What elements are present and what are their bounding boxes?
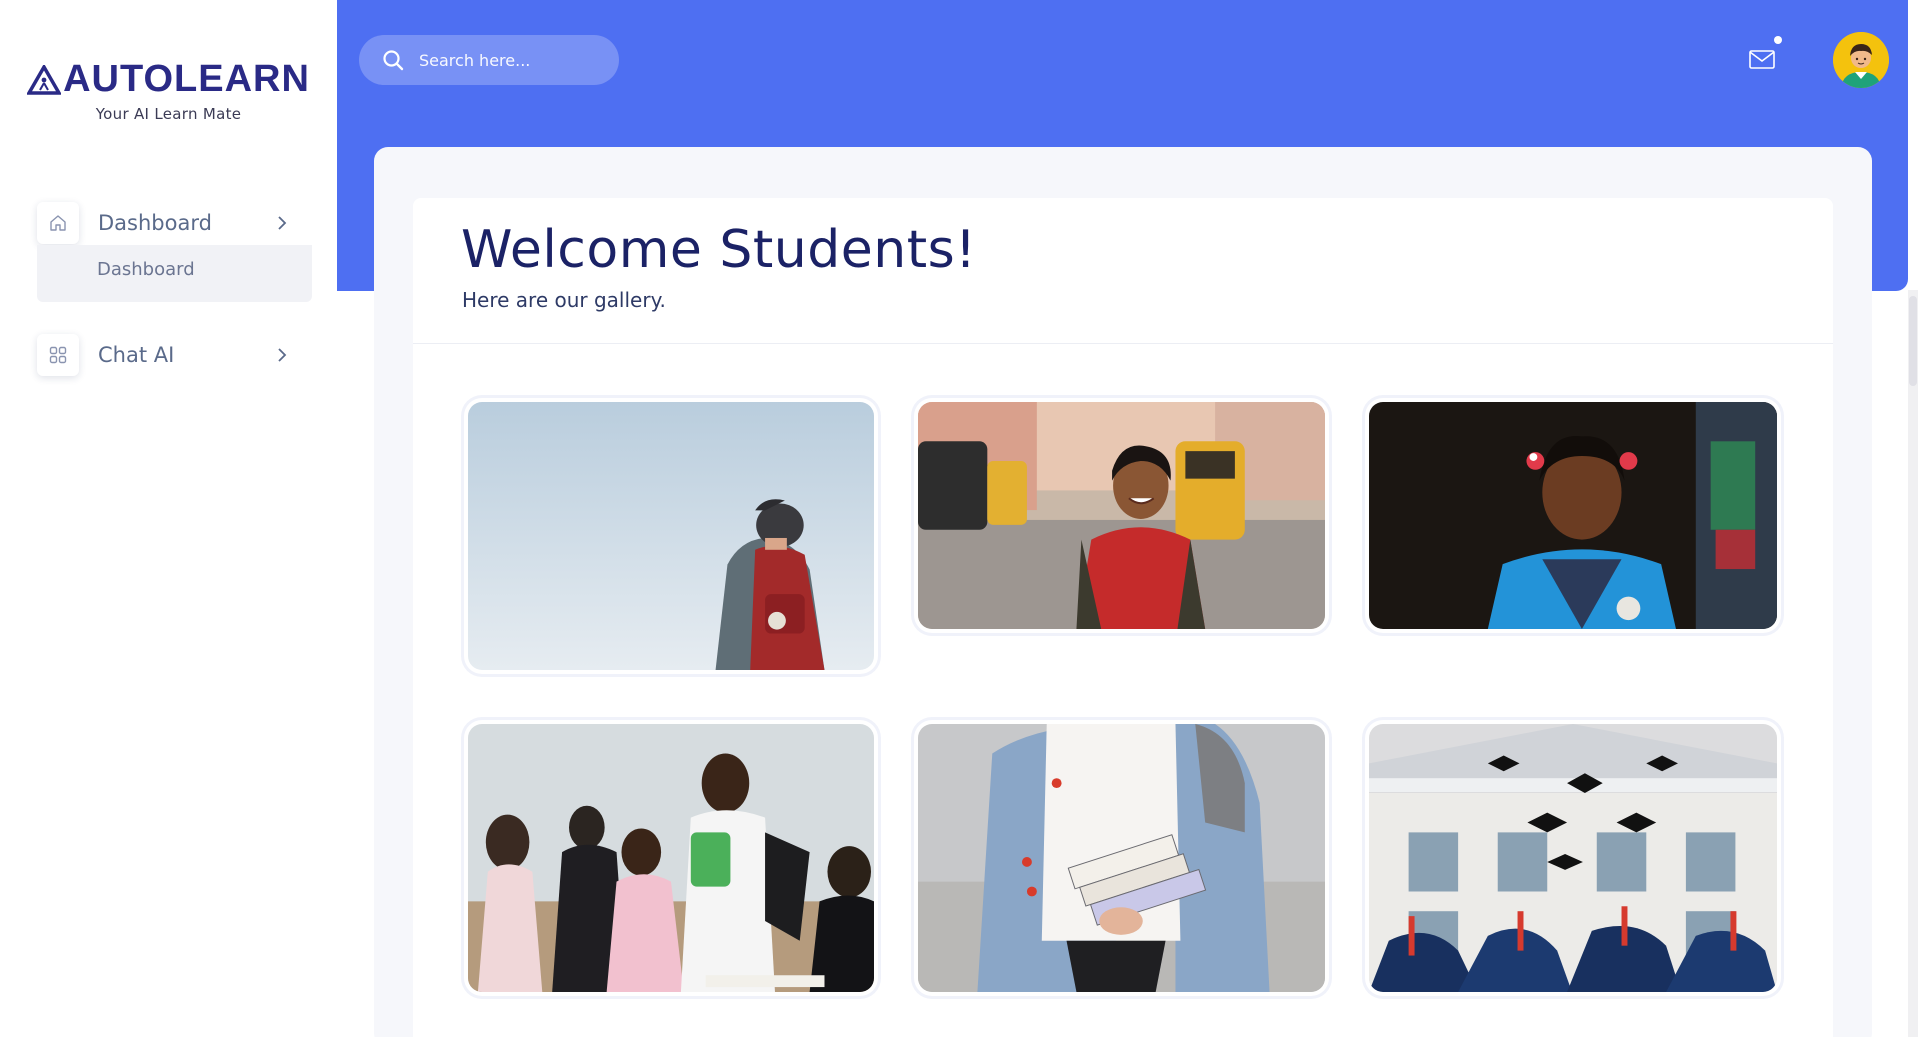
gallery-photo[interactable] — [1365, 720, 1781, 996]
sidebar-item-label: Chat AI — [98, 343, 175, 367]
sidebar-submenu-dashboard: Dashboard — [37, 245, 312, 302]
brand-logo[interactable]: AUTOLEARN — [27, 58, 310, 101]
search-input[interactable] — [419, 50, 609, 70]
search-bar[interactable] — [359, 35, 619, 85]
gallery-photo[interactable] — [464, 398, 878, 674]
chevron-right-icon — [278, 216, 287, 230]
photo-graduation-caps — [1369, 724, 1777, 992]
sidebar-item-chat-ai[interactable]: Chat AI — [37, 331, 312, 379]
photo-classroom-students — [468, 724, 874, 992]
sidebar-subitem-dashboard[interactable]: Dashboard — [97, 259, 195, 280]
notification-dot — [1774, 36, 1782, 44]
page-title: Welcome Students! — [461, 220, 977, 280]
brand-tagline: Your AI Learn Mate — [95, 105, 242, 123]
scrollbar-thumb[interactable] — [1909, 296, 1917, 386]
photo-student-red-backpack — [468, 402, 874, 670]
brand[interactable]: AUTOLEARN Your AI Learn Mate — [0, 58, 337, 123]
photo-smiling-girl-street — [918, 402, 1325, 629]
mail-icon[interactable] — [1747, 46, 1777, 72]
gallery-photo[interactable] — [464, 720, 878, 996]
gallery-photo[interactable] — [914, 720, 1329, 996]
photo-student-holding-books — [918, 724, 1325, 992]
home-icon — [37, 202, 79, 244]
sidebar: AUTOLEARN Your AI Learn Mate Dashboard D… — [0, 0, 337, 1037]
sidebar-item-dashboard[interactable]: Dashboard — [37, 199, 312, 247]
divider — [413, 343, 1833, 344]
gallery-card: Welcome Students! Here are our gallery. — [413, 198, 1833, 1037]
photo-girl-school-uniform — [1369, 402, 1777, 629]
gallery-photo[interactable] — [1365, 398, 1781, 633]
page-subtitle: Here are our gallery. — [462, 288, 666, 312]
chevron-right-icon — [278, 348, 287, 362]
sidebar-item-label: Dashboard — [98, 211, 212, 235]
brand-name: AUTOLEARN — [63, 58, 310, 100]
grid-icon — [37, 334, 79, 376]
scrollbar-top — [1908, 0, 1918, 290]
search-icon[interactable] — [381, 48, 405, 72]
gallery-photo[interactable] — [914, 398, 1329, 633]
logo-icon — [27, 64, 62, 95]
user-avatar[interactable] — [1833, 32, 1889, 88]
